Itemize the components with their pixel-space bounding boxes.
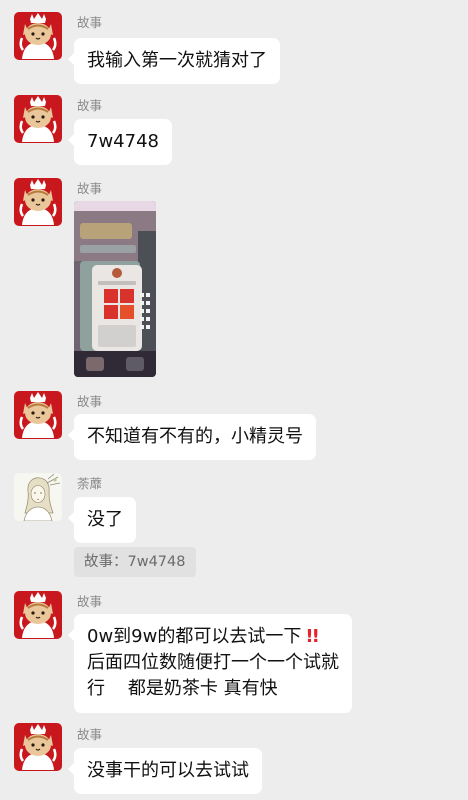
double-exclamation-emoji-icon: !! [305,626,319,647]
cat-avatar-icon[interactable] [14,12,62,60]
message-line: 后面四位数随便打一个一个试就 [87,652,339,673]
message-line: 行 都是奶茶卡 真有快 [87,678,278,699]
cat-avatar-icon[interactable] [14,178,62,226]
girl-avatar-icon[interactable] [14,473,62,521]
sender-name: 故事 [77,594,103,609]
message-bubble[interactable]: 不知道有不有的，小精灵号 [68,414,316,460]
message-bubble[interactable]: 没了 [68,497,136,543]
cat-avatar-icon[interactable] [14,591,62,639]
sender-name: 故事 [77,727,103,742]
cat-avatar-icon[interactable] [14,391,62,439]
message-line-text: 0w到9w的都可以去试一下 [87,626,302,647]
quoted-message[interactable]: 故事：7w4748 [74,547,196,577]
phone-screenshot-thumbnail [74,201,156,377]
cat-avatar-icon[interactable] [14,95,62,143]
image-message[interactable] [74,201,156,377]
message-bubble[interactable]: 7w4748 [68,119,172,165]
sender-name: 荼蘼 [77,476,103,491]
sender-name: 故事 [77,98,103,113]
message-line: 0w到9w的都可以去试一下!! [87,624,339,650]
sender-name: 故事 [77,15,103,30]
message-bubble[interactable]: 没事干的可以去试试 [68,748,262,794]
cat-avatar-icon[interactable] [14,723,62,771]
sender-name: 故事 [77,394,103,409]
message-bubble[interactable]: 我输入第一次就猜对了 [68,38,280,84]
sender-name: 故事 [77,181,103,196]
message-bubble[interactable]: 0w到9w的都可以去试一下!! 后面四位数随便打一个一个试就 行 都是奶茶卡 真… [68,614,352,713]
